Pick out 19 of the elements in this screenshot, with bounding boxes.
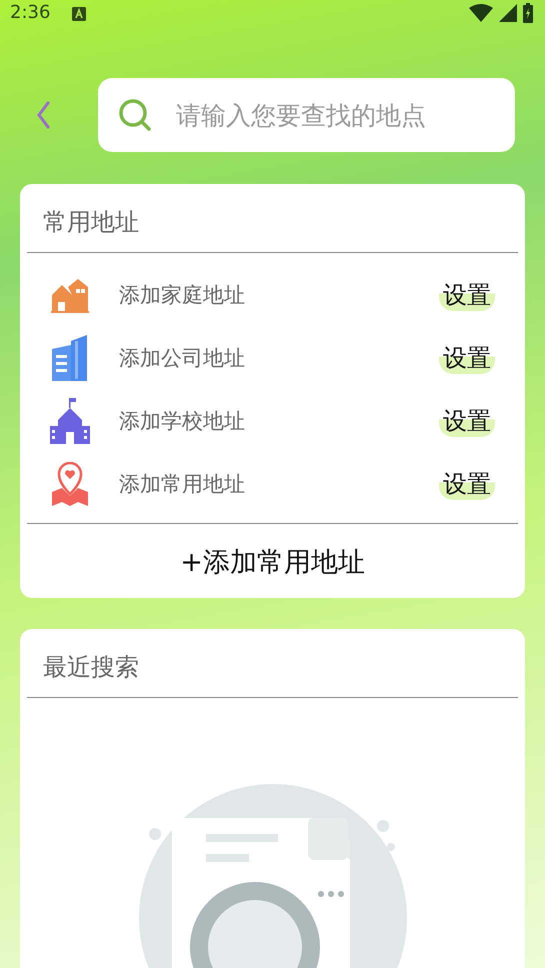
battery-icon <box>523 2 533 22</box>
address-label: 添加家庭地址 <box>119 282 246 308</box>
status-time: 2:36 <box>10 2 50 23</box>
notification-icon <box>72 6 86 20</box>
add-address-button[interactable]: +添加常用地址 <box>180 524 365 598</box>
address-label: 添加公司地址 <box>119 344 246 372</box>
section-title: 最近搜索 <box>42 652 140 683</box>
search-field[interactable]: 请输入您要查找的地点 <box>98 78 515 152</box>
school-icon <box>50 398 90 444</box>
office-building-icon <box>51 334 89 380</box>
signal-icon <box>499 4 517 22</box>
houses-icon <box>51 276 89 312</box>
address-label: 添加常用地址 <box>119 470 246 498</box>
wifi-icon <box>469 4 493 22</box>
back-button[interactable] <box>36 101 50 129</box>
section-title: 常用地址 <box>42 207 140 238</box>
map-pin-icon <box>50 462 90 506</box>
search-icon <box>118 98 152 132</box>
address-label: 添加学校地址 <box>119 408 246 434</box>
